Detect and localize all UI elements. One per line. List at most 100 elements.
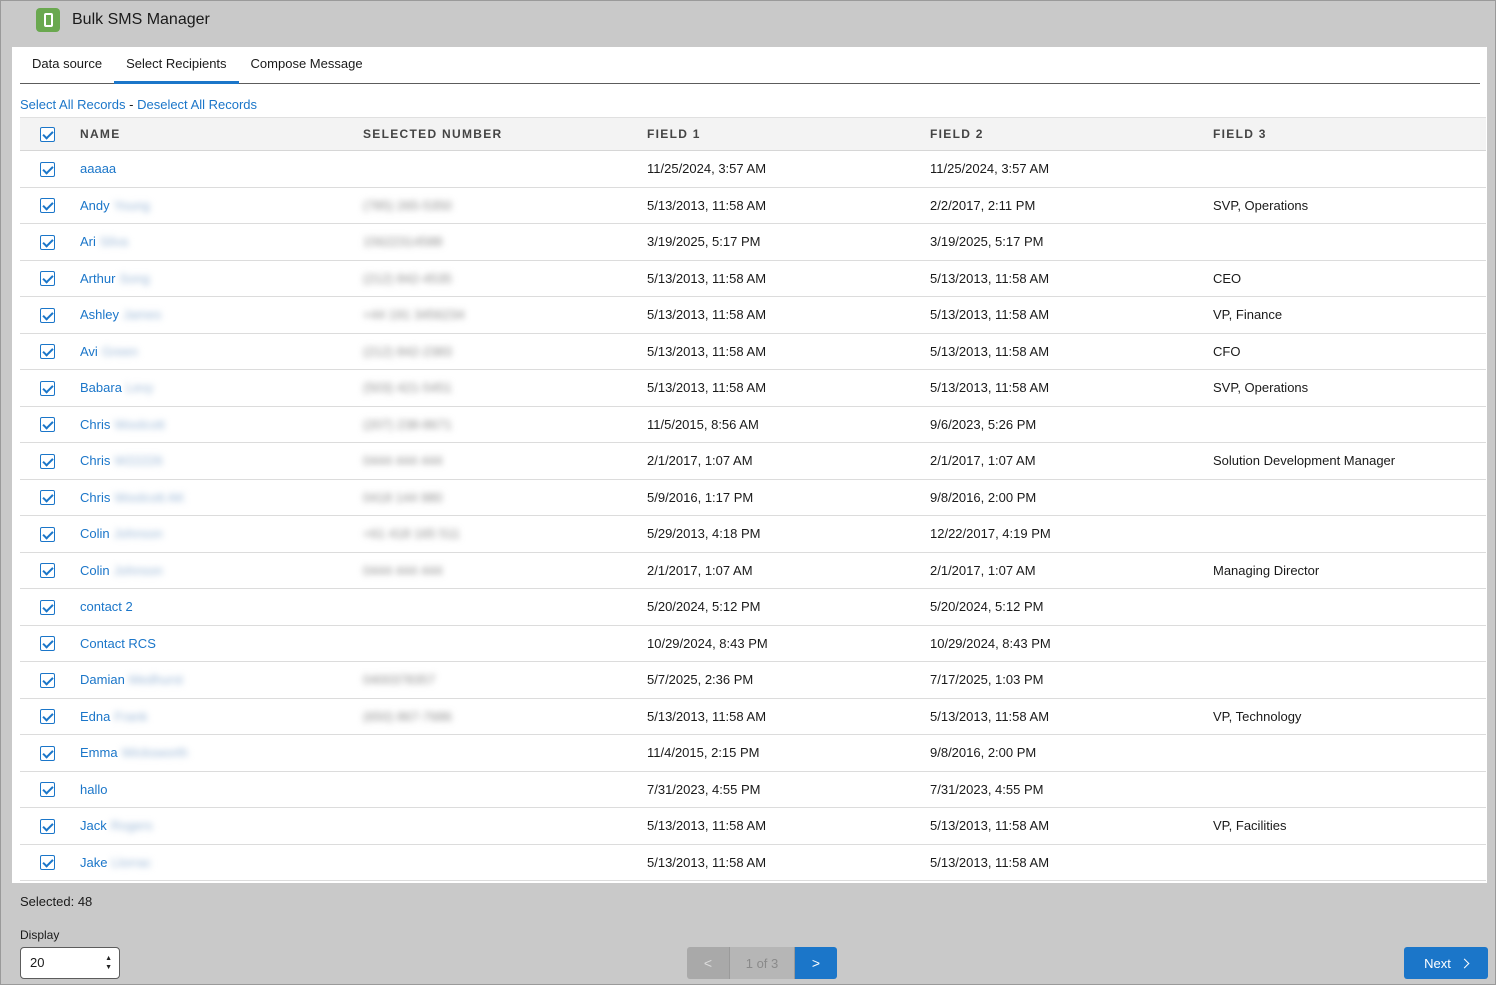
field-3-cell bbox=[1213, 844, 1486, 881]
row-checkbox[interactable] bbox=[40, 490, 55, 506]
contact-name-link[interactable]: Colin Johnson bbox=[80, 563, 163, 578]
row-checkbox[interactable] bbox=[40, 855, 55, 871]
name-cell: Colin Johnson bbox=[80, 552, 363, 589]
row-checkbox[interactable] bbox=[40, 234, 55, 250]
field-3-cell bbox=[1213, 734, 1486, 772]
table-row[interactable]: Chris W22226 0444 444 444 2/1/2017, 1:07 AM… bbox=[20, 442, 1486, 480]
selected-number-cell: 15622314588 bbox=[363, 223, 647, 261]
contact-last-name: Medhurst bbox=[128, 672, 183, 688]
contact-name-link[interactable]: Avi Green bbox=[80, 344, 138, 359]
contact-name-link[interactable]: Jack Rogers bbox=[80, 818, 153, 833]
row-checkbox[interactable] bbox=[40, 417, 55, 433]
table-row[interactable]: Contact RCS 10/29/2024, 8:43 PM 10/29/2024… bbox=[20, 625, 1486, 662]
table-row[interactable]: Edna Frank (650) 867-7686 5/13/2013, 11:58 … bbox=[20, 698, 1486, 735]
contact-first-name: Emma bbox=[80, 745, 118, 761]
row-checkbox[interactable] bbox=[40, 271, 55, 287]
row-checkbox[interactable] bbox=[40, 745, 55, 761]
table-row[interactable]: contact 2 5/20/2024, 5:12 PM 5/20/2024, 5:… bbox=[20, 588, 1486, 626]
field-1-cell: 5/13/2013, 11:58 AM bbox=[647, 333, 930, 370]
row-checkbox[interactable] bbox=[40, 709, 55, 725]
table-row[interactable]: Emma Wicksworth 11/4/2015, 2:15 PM 9/8/2016… bbox=[20, 734, 1486, 772]
field-1-cell: 5/13/2013, 11:58 AM bbox=[647, 807, 930, 845]
contact-name-link[interactable]: aaaaa bbox=[80, 161, 120, 176]
deselect-all-link[interactable]: Deselect All Records bbox=[137, 97, 257, 112]
contact-name-link[interactable]: Andy Young bbox=[80, 198, 150, 213]
selected-number-cell bbox=[363, 625, 647, 662]
header-name[interactable]: NAME bbox=[80, 117, 363, 151]
contact-name-link[interactable]: Arthur Song bbox=[80, 271, 150, 286]
field-2-cell: 5/13/2013, 11:58 AM bbox=[930, 296, 1213, 334]
table-row[interactable]: Jake Llorrac 5/13/2013, 11:58 AM 5/13/2013,… bbox=[20, 844, 1486, 881]
row-checkbox[interactable] bbox=[40, 161, 55, 177]
contact-name-link[interactable]: Damian Medhurst bbox=[80, 672, 183, 687]
field-3-cell bbox=[1213, 661, 1486, 699]
table-row[interactable]: hallo 7/31/2023, 4:55 PM 7/31/2023, 4:55 P… bbox=[20, 771, 1486, 808]
contact-name-link[interactable]: Ari Silva bbox=[80, 234, 128, 249]
field-2-cell: 2/1/2017, 1:07 AM bbox=[930, 442, 1213, 480]
table-row[interactable]: aaaaa 11/25/2024, 3:57 AM 11/25/2024, 3:57… bbox=[20, 150, 1486, 188]
row-checkbox[interactable] bbox=[40, 307, 55, 323]
table-row[interactable]: Ari Silva 15622314588 3/19/2025, 5:17 PM 3/1… bbox=[20, 223, 1486, 261]
row-checkbox[interactable] bbox=[40, 672, 55, 688]
table-row[interactable]: Chris Woolcott (207) 238-8671 11/5/2015, 8:… bbox=[20, 406, 1486, 443]
select-all-checkbox[interactable] bbox=[40, 126, 55, 142]
field-2-cell: 7/31/2023, 4:55 PM bbox=[930, 771, 1213, 808]
row-checkbox-cell bbox=[20, 187, 80, 224]
tab-compose-message[interactable]: Compose Message bbox=[239, 47, 375, 84]
selected-number-cell bbox=[363, 844, 647, 881]
table-row[interactable]: Colin Johnson 0444 444 444 2/1/2017, 1:07 A… bbox=[20, 552, 1486, 589]
table-row[interactable]: Arthur Song (212) 842-4535 5/13/2013, 11:58… bbox=[20, 260, 1486, 297]
row-checkbox[interactable] bbox=[40, 818, 55, 834]
row-checkbox[interactable] bbox=[40, 380, 55, 396]
field-3-cell: Solution Development Manager bbox=[1213, 442, 1486, 480]
row-checkbox[interactable] bbox=[40, 599, 55, 615]
contact-name-link[interactable]: Contact RCS bbox=[80, 636, 160, 651]
contact-name-link[interactable]: hallo bbox=[80, 782, 111, 797]
previous-page-button[interactable]: < bbox=[687, 947, 729, 979]
tab-data-source[interactable]: Data source bbox=[20, 47, 114, 84]
table-row[interactable]: Colin Johnson +61 418 165 511 5/29/2013, 4:… bbox=[20, 515, 1486, 553]
selected-number-cell bbox=[363, 807, 647, 845]
table-row[interactable]: Avi Green (212) 842-2383 5/13/2013, 11:58 A… bbox=[20, 333, 1486, 370]
row-checkbox[interactable] bbox=[40, 453, 55, 469]
table-row[interactable]: Jack Rogers 5/13/2013, 11:58 AM 5/13/2013, … bbox=[20, 807, 1486, 845]
header-field-3[interactable]: FIELD 3 bbox=[1213, 117, 1486, 151]
header-field-2[interactable]: FIELD 2 bbox=[930, 117, 1213, 151]
contact-name-link[interactable]: Chris Woolcott bbox=[80, 417, 165, 432]
selected-number-cell: 0400378357 bbox=[363, 661, 647, 699]
contact-name-link[interactable]: Jake Llorrac bbox=[80, 855, 151, 870]
header-selected-number[interactable]: SELECTED NUMBER bbox=[363, 117, 647, 151]
row-checkbox[interactable] bbox=[40, 636, 55, 652]
contact-name-link[interactable]: Babara Levy bbox=[80, 380, 153, 395]
table-row[interactable]: Ashley James +44 191 3456234 5/13/2013, 11:… bbox=[20, 296, 1486, 334]
selected-number-cell bbox=[363, 588, 647, 626]
row-checkbox[interactable] bbox=[40, 344, 55, 360]
header-field-1[interactable]: FIELD 1 bbox=[647, 117, 930, 151]
table-row[interactable]: Chris Woolcott AK 0418 144 980 5/9/2016, 1:… bbox=[20, 479, 1486, 516]
contact-name-link[interactable]: Chris Woolcott AK bbox=[80, 490, 185, 505]
field-2-cell: 5/13/2013, 11:58 AM bbox=[930, 260, 1213, 297]
contact-name-link[interactable]: Edna Frank bbox=[80, 709, 148, 724]
row-checkbox[interactable] bbox=[40, 526, 55, 542]
contact-name-link[interactable]: Emma Wicksworth bbox=[80, 745, 188, 760]
contact-name-link[interactable]: Colin Johnson bbox=[80, 526, 163, 541]
next-page-button[interactable]: > bbox=[795, 947, 837, 979]
contact-name-link[interactable]: contact 2 bbox=[80, 599, 137, 614]
contact-name-link[interactable]: Ashley James bbox=[80, 307, 161, 322]
row-checkbox[interactable] bbox=[40, 563, 55, 579]
table-row[interactable]: Andy Young (785) 265-5350 5/13/2013, 11:58 … bbox=[20, 187, 1486, 224]
phone-number: 0400378357 bbox=[363, 672, 436, 688]
table-row[interactable]: Damian Medhurst 0400378357 5/7/2025, 2:36 P… bbox=[20, 661, 1486, 699]
recipients-table-container[interactable]: NAME SELECTED NUMBER FIELD 1 FIELD 2 FIE… bbox=[20, 117, 1486, 883]
next-button[interactable]: Next bbox=[1404, 947, 1488, 979]
row-checkbox[interactable] bbox=[40, 782, 55, 798]
row-checkbox-cell bbox=[20, 734, 80, 772]
app-title: Bulk SMS Manager bbox=[72, 11, 210, 28]
contact-name-link[interactable]: Chris W22226 bbox=[80, 453, 163, 468]
row-checkbox-cell bbox=[20, 661, 80, 699]
display-count-select[interactable]: 20 ▲ ▼ bbox=[20, 947, 120, 979]
tab-select-recipients[interactable]: Select Recipients bbox=[114, 47, 239, 84]
table-row[interactable]: Babara Levy (503) 421-5451 5/13/2013, 11:58… bbox=[20, 369, 1486, 407]
select-all-link[interactable]: Select All Records bbox=[20, 97, 126, 112]
row-checkbox[interactable] bbox=[40, 198, 55, 214]
